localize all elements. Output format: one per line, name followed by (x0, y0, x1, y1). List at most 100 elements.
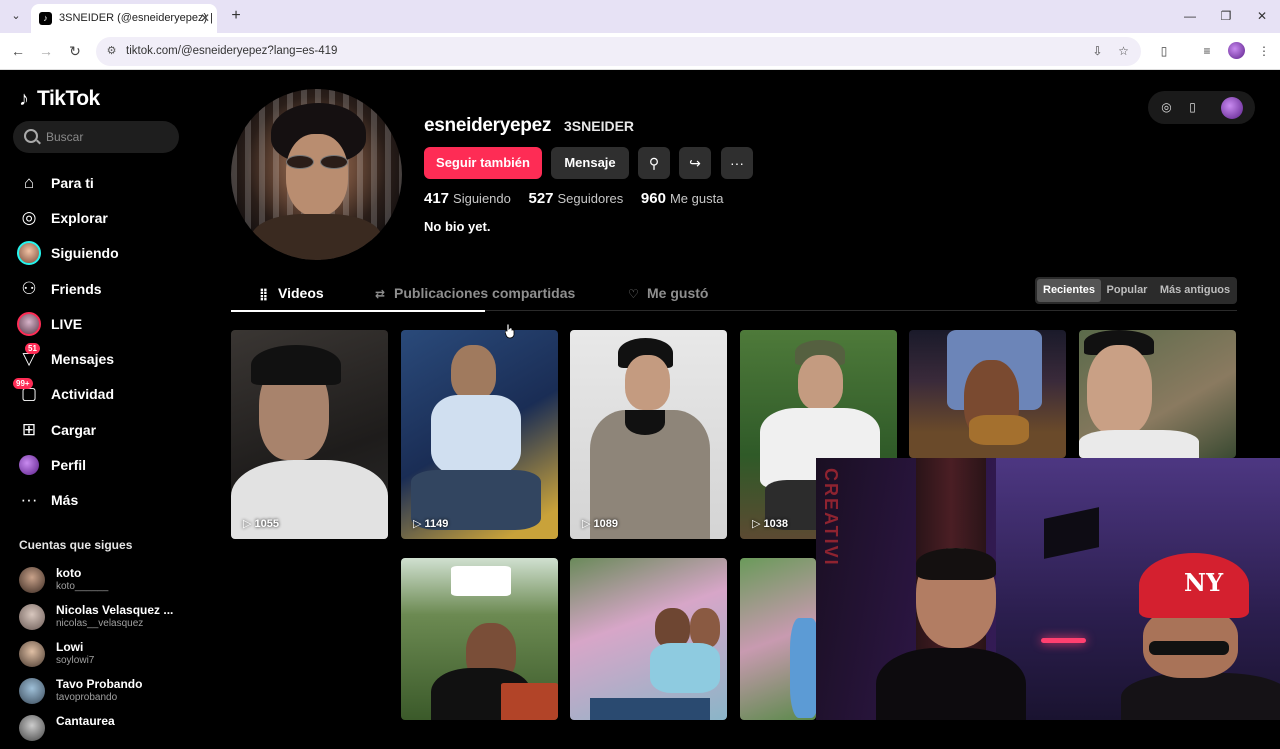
repost-icon: ⇄ (375, 287, 386, 301)
sort-popular[interactable]: Popular (1102, 279, 1152, 302)
browser-menu-icon[interactable]: ⋮ (1255, 42, 1273, 60)
home-icon: ⌂ (23, 172, 35, 192)
account-username: koto______ (56, 581, 109, 592)
message-button[interactable]: Mensaje (551, 147, 629, 179)
sort-recent[interactable]: Recientes (1037, 279, 1101, 302)
avatar (19, 641, 45, 667)
following-avatar-icon (15, 241, 43, 266)
video-thumbnail[interactable] (740, 558, 816, 720)
mobile-device-icon[interactable]: ▯ (1184, 99, 1201, 116)
following-accounts-header: Cuentas que sigues (19, 538, 133, 552)
new-tab-button[interactable]: + (226, 6, 246, 26)
top-right-actions: ◎ ▯ (1148, 91, 1255, 124)
webcam-overlay: CREATIVI NY (816, 458, 1280, 720)
maximize-button[interactable]: ❐ (1208, 0, 1244, 33)
account-name: Tavo Probando (56, 677, 143, 691)
account-username: nicolas__velasquez (56, 618, 144, 629)
video-thumbnail[interactable]: ▷ 1149 (401, 330, 558, 539)
search-icon (24, 129, 38, 143)
add-friend-icon[interactable]: ⚲ (638, 147, 670, 179)
followers-label: Seguidores (557, 191, 624, 206)
messages-badge: 51 (25, 343, 40, 355)
live-icon (15, 311, 43, 336)
tab-label: Videos (278, 285, 324, 301)
video-thumbnail[interactable] (570, 558, 727, 720)
avatar[interactable] (1221, 97, 1243, 119)
more-icon: ··· (20, 490, 38, 510)
sidebar-item-label: Para ti (51, 174, 94, 191)
profile-nickname: 3SNEIDER (564, 118, 635, 134)
tiktok-note-icon: ♪ (19, 88, 29, 110)
browser-toolbar: ← → ↻ ⚙ tiktok.com/@esneideryepez?lang=e… (0, 33, 1280, 70)
following-account[interactable]: Lowi soylowi7 (19, 638, 189, 675)
avatar (19, 604, 45, 630)
following-accounts-list: koto koto______ Nicolas Velasquez ... ni… (19, 564, 189, 749)
account-username: tavoprobando (56, 692, 118, 703)
tab-reposts[interactable]: ⇄ Publicaciones compartidas (375, 278, 575, 311)
likes-label: Me gusta (669, 191, 724, 206)
sidebar-item-label: Mensajes (51, 351, 115, 368)
follow-back-button[interactable]: Seguir también (424, 147, 542, 179)
forward-arrow-icon[interactable]: → (35, 40, 57, 62)
more-options-icon[interactable]: ··· (721, 147, 753, 179)
site-info-icon[interactable]: ⚙ (104, 44, 119, 59)
sidebar-item-explorar[interactable]: ◎ Explorar (15, 200, 185, 235)
account-name: Nicolas Velasquez ... (56, 603, 174, 617)
sidebar-item-label: Cargar (51, 421, 97, 438)
view-count: ▷ 1038 (752, 518, 788, 530)
tab-search-dropdown-icon[interactable]: ⌄ (6, 6, 26, 26)
sidebar-item-mensajes[interactable]: ▽ 51 Mensajes (15, 341, 185, 376)
compass-icon[interactable]: ◎ (1158, 99, 1175, 116)
minimize-button[interactable]: — (1172, 0, 1208, 33)
browser-tab-active[interactable]: ♪ 3SNEIDER (@esneideryepez) | T ✕ (31, 4, 217, 53)
tiktok-logo[interactable]: ♪ TikTok (19, 87, 100, 113)
bookmark-star-icon[interactable]: ☆ (1115, 43, 1132, 60)
compass-icon: ◎ (21, 207, 37, 227)
video-thumbnail[interactable] (401, 558, 558, 720)
browser-profile-avatar[interactable] (1228, 42, 1245, 59)
sidebar-item-live[interactable]: LIVE (15, 306, 185, 341)
heart-icon: ♡ (628, 287, 639, 301)
video-thumbnail[interactable] (909, 330, 1066, 458)
logo-text: TikTok (37, 87, 100, 110)
cap-logo: NY (1184, 568, 1224, 597)
active-tab-indicator (231, 310, 485, 312)
sidebar-item-label: Actividad (51, 386, 115, 403)
sidebar-item-siguiendo[interactable]: Siguiendo (15, 236, 185, 271)
video-thumbnail[interactable]: ▷ 1089 (570, 330, 727, 539)
sidebar-item-perfil[interactable]: Perfil (15, 447, 185, 482)
sidebar-item-label: Friends (51, 280, 102, 297)
sidebar-item-friends[interactable]: ⚇ Friends (15, 271, 185, 306)
sidebar-item-label: Más (51, 492, 79, 509)
sidebar-item-actividad[interactable]: ▢ 99+ Actividad (13, 377, 185, 412)
sort-oldest[interactable]: Más antiguos (1155, 279, 1235, 302)
following-account[interactable]: Nicolas Velasquez ... nicolas__velasquez (19, 601, 189, 638)
sidebar-item-cargar[interactable]: ⊞ Cargar (15, 412, 185, 447)
install-app-icon[interactable]: ⇩ (1089, 43, 1106, 60)
following-account[interactable]: Cantaurea (19, 712, 189, 749)
sidebar-item-label: Explorar (51, 209, 108, 226)
share-icon[interactable]: ↪ (679, 147, 711, 179)
following-account[interactable]: Tavo Probando tavoprobando (19, 675, 189, 712)
sidebar-item-mas[interactable]: ··· Más (15, 483, 185, 518)
following-label: Siguiendo (453, 191, 511, 206)
media-control-icon[interactable]: ≡ (1198, 42, 1216, 60)
browser-tab-bar: ⌄ ♪ 3SNEIDER (@esneideryepez) | T ✕ + — … (0, 0, 1280, 53)
reading-mode-icon[interactable]: ▯ (1155, 42, 1173, 60)
back-arrow-icon[interactable]: ← (7, 40, 29, 62)
address-bar[interactable]: ⚙ tiktok.com/@esneideryepez?lang=es-419 … (96, 37, 1141, 66)
video-thumbnail[interactable] (1079, 330, 1236, 458)
activity-badge: 99+ (13, 378, 33, 390)
tab-videos[interactable]: ⣿ Videos (259, 278, 324, 311)
sidebar-item-para-ti[interactable]: ⌂ Para ti (15, 165, 185, 200)
reload-icon[interactable]: ↻ (64, 40, 86, 62)
profile-stats: 417 Siguiendo 527 Seguidores 960 Me gusta (424, 190, 737, 207)
search-input[interactable]: Buscar (13, 121, 179, 153)
video-thumbnail[interactable]: ▷ 1055 (231, 330, 388, 539)
likes-count: 960 (640, 190, 666, 207)
window-close-button[interactable]: ✕ (1244, 0, 1280, 33)
tab-liked[interactable]: ♡ Me gustó (628, 278, 708, 311)
following-account[interactable]: koto koto______ (19, 564, 189, 601)
tab-close-icon[interactable]: ✕ (200, 4, 210, 33)
view-count: ▷ 1089 (582, 518, 618, 530)
